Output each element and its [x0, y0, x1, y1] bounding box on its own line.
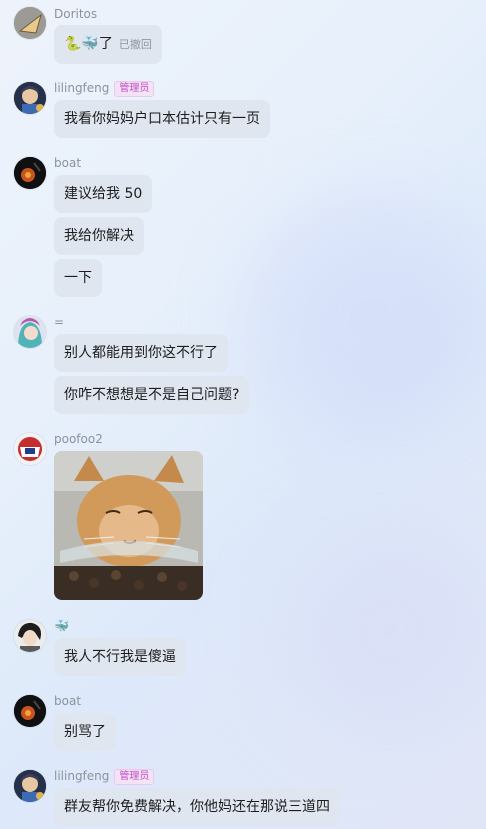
sender-name[interactable]: Doritos [54, 6, 97, 22]
anime-girl-avatar-icon [14, 316, 46, 348]
cat-meme-icon [54, 451, 203, 600]
avatar[interactable] [14, 770, 46, 802]
message-bubble[interactable]: 你咋不想想是不是自己问题? [54, 376, 250, 414]
recall-note: 已撤回 [118, 38, 152, 51]
message-text: 我给你解决 [64, 228, 134, 244]
sender-name-text: boat [54, 156, 82, 170]
avatar[interactable] [14, 433, 46, 465]
message-text: 别人都能用到你这不行了 [64, 345, 218, 361]
sender-name-text: poofoo2 [54, 432, 103, 446]
message-bubble[interactable]: 我给你解决 [54, 217, 144, 255]
message-bubble[interactable]: 别人都能用到你这不行了 [54, 334, 228, 372]
bg-glow [250, 200, 486, 440]
avatar[interactable] [14, 157, 46, 189]
sender-name-text: Doritos [54, 7, 98, 21]
sender-name[interactable]: poofoo2 [54, 431, 103, 447]
cat-meme-image[interactable] [54, 451, 203, 600]
dark-avatar-icon [14, 695, 46, 727]
message-bubble[interactable]: 🐍🐳了 已撤回 [54, 25, 162, 64]
avatar[interactable] [14, 316, 46, 348]
sender-name[interactable]: lilingfeng 管理员 [54, 80, 155, 97]
avatar[interactable] [14, 82, 46, 114]
message-text: 你咋不想想是不是自己问题? [64, 387, 240, 403]
message-bubble[interactable]: 群友帮你免费解决，你他妈还在那说三道四 [54, 788, 340, 826]
sender-name[interactable]: = [54, 314, 64, 330]
message-text: 别骂了 [64, 724, 106, 740]
emblem-avatar-icon [14, 433, 46, 465]
message-text: 我看你妈妈户口本估计只有一页 [64, 111, 260, 127]
message-bubble[interactable]: 建议给我 50 [54, 175, 153, 213]
sender-name[interactable]: boat [54, 155, 81, 171]
sender-name-text: lilingfeng [54, 81, 110, 95]
message-text: 建议给我 50 [64, 186, 143, 202]
admin-badge: 管理员 [114, 81, 155, 97]
sender-name-text: boat [54, 694, 82, 708]
message-text: 群友帮你免费解决，你他妈还在那说三道四 [64, 799, 330, 815]
avatar[interactable] [14, 695, 46, 727]
message-bubble[interactable]: 我看你妈妈户口本估计只有一页 [54, 100, 270, 138]
dorito-avatar-icon [14, 7, 46, 39]
avatar[interactable] [14, 7, 46, 39]
message-text: 🐍🐳了 [64, 36, 113, 52]
sender-name-text: lilingfeng [54, 769, 110, 783]
message-text: 我人不行我是傻逼 [64, 649, 176, 665]
sender-name-text: 🐳 [54, 619, 69, 633]
message-text: 一下 [64, 270, 92, 286]
bg-glow [280, 520, 486, 740]
message-bubble[interactable]: 别骂了 [54, 713, 116, 751]
admin-badge: 管理员 [114, 769, 155, 785]
anime-avatar-icon [14, 770, 46, 802]
dark-avatar-icon [14, 157, 46, 189]
sender-name[interactable]: 🐳 [54, 618, 69, 634]
sender-name-text: = [54, 315, 65, 329]
sender-name[interactable]: boat [54, 693, 81, 709]
avatar[interactable] [14, 620, 46, 652]
sender-name[interactable]: lilingfeng 管理员 [54, 768, 155, 785]
anime-avatar-icon [14, 82, 46, 114]
message-bubble[interactable]: 一下 [54, 259, 102, 297]
portrait-avatar-icon [14, 620, 46, 652]
message-bubble[interactable]: 我人不行我是傻逼 [54, 638, 186, 676]
